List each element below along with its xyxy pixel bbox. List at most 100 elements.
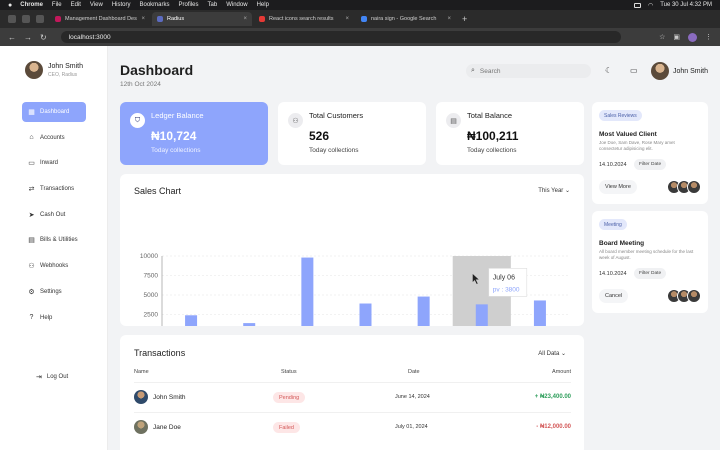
- close-icon[interactable]: ×: [243, 16, 247, 22]
- sidebar-item-bills[interactable]: ▤ Bills & Utilities: [22, 230, 86, 250]
- github-icon[interactable]: [36, 15, 44, 23]
- menu-help[interactable]: Help: [257, 2, 269, 8]
- sidebar-item-settings[interactable]: ⚙ Settings: [22, 282, 86, 302]
- transfer-icon: ⇄: [28, 186, 35, 194]
- sidebar-item-inward[interactable]: ▭ Inward: [22, 153, 86, 173]
- battery-icon[interactable]: [633, 2, 641, 8]
- stat-card-total-customers[interactable]: ⚇ Total Customers 526 Today collections: [278, 102, 426, 165]
- new-tab-icon[interactable]: +: [462, 14, 467, 24]
- event-description: All board member meeting schedule for th…: [599, 249, 694, 260]
- sidebar-nav: ▦ Dashboard ⌂ Accounts ▭ Inward ⇄ Transa…: [22, 102, 86, 333]
- bar: [243, 323, 256, 326]
- header-user-name: John Smith: [673, 67, 709, 75]
- moon-icon[interactable]: ☾: [605, 66, 612, 75]
- sidebar-item-webhooks[interactable]: ⚇ Webhooks: [22, 256, 86, 276]
- os-menu-bar: ● Chrome File Edit View History Bookmark…: [0, 0, 720, 10]
- row-date: July 01, 2024: [395, 424, 428, 430]
- clock[interactable]: Tue 30 Jul 4:32 PM: [660, 2, 712, 8]
- wallet-icon: ▤: [446, 113, 461, 128]
- close-icon[interactable]: ×: [141, 16, 145, 22]
- tab-google-search[interactable]: naira sign - Google Search ×: [356, 12, 456, 26]
- back-icon[interactable]: ←: [8, 33, 16, 42]
- table-row[interactable]: Jane Doe Failed July 01, 2024 - ₦12,000.…: [134, 412, 571, 442]
- gear-icon: ⚙: [28, 288, 35, 296]
- row-name: John Smith: [153, 394, 186, 401]
- close-icon[interactable]: ×: [447, 16, 451, 22]
- tab-radius[interactable]: Radius ×: [152, 12, 252, 26]
- browser-tab-bar: Management Dashboard Des × Radius × Reac…: [0, 10, 720, 28]
- y-tick-label: 5000: [144, 292, 159, 299]
- stat-value: ₦10,724: [151, 129, 197, 143]
- menu-profiles[interactable]: Profiles: [179, 2, 199, 8]
- forward-icon[interactable]: →: [24, 33, 32, 42]
- sidebar-item-accounts[interactable]: ⌂ Accounts: [22, 128, 86, 148]
- menu-view[interactable]: View: [90, 2, 103, 8]
- stat-value: 526: [309, 129, 330, 143]
- stat-card-total-balance[interactable]: ▤ Total Balance ₦100,211 Today collectio…: [436, 102, 584, 165]
- header-user[interactable]: John Smith: [651, 62, 708, 80]
- chevron-down-icon: ⌄: [560, 351, 566, 357]
- column-header-name: Name: [134, 369, 149, 375]
- event-title: Most Valued Client: [599, 131, 657, 138]
- cancel-button[interactable]: Cancel: [599, 289, 629, 303]
- logout-button[interactable]: ⇥ Log Out: [36, 373, 68, 381]
- sidebar-item-transactions[interactable]: ⇄ Transactions: [22, 179, 86, 199]
- sidebar-user[interactable]: John Smith CEO, Radius: [25, 61, 83, 79]
- close-icon[interactable]: ×: [345, 16, 349, 22]
- favicon-icon: [259, 16, 265, 22]
- star-icon[interactable]: ☆: [659, 33, 665, 41]
- table-row[interactable]: John Smith Pending June 14, 2024 + ₦23,4…: [134, 382, 571, 412]
- bills-icon: ▤: [28, 237, 35, 245]
- tab-react-icons[interactable]: React icons search results ×: [254, 12, 354, 26]
- page-title: Dashboard: [120, 62, 194, 78]
- stat-label: Total Balance: [467, 111, 513, 120]
- search-box[interactable]: ⌕: [466, 64, 591, 78]
- sales-chart-card: Sales Chart This Year ⌄ 0250050007500100…: [120, 174, 584, 326]
- message-icon[interactable]: ▭: [630, 66, 638, 75]
- bar: [533, 300, 546, 326]
- menu-app[interactable]: Chrome: [20, 2, 43, 8]
- tab-search-icon[interactable]: [22, 15, 30, 23]
- sidebar-toggle-icon[interactable]: [8, 15, 16, 23]
- filter-date-button[interactable]: Filter Date: [634, 159, 667, 170]
- tab-management-dashboard[interactable]: Management Dashboard Des ×: [50, 12, 150, 26]
- inward-icon: ▭: [28, 160, 35, 168]
- sidebar-item-help[interactable]: ? Help: [22, 308, 86, 328]
- transactions-card: Transactions All Data ⌄ Name Status Date…: [120, 335, 584, 450]
- favicon-icon: [157, 16, 163, 22]
- search-input[interactable]: [479, 67, 580, 75]
- menu-history[interactable]: History: [112, 2, 131, 8]
- y-tick-label: 7500: [144, 273, 159, 280]
- stat-card-ledger-balance[interactable]: ⛉ Ledger Balance ₦10,724 Today collectio…: [120, 102, 268, 165]
- event-description: Joe Doe, Sam Dave, Rose Mary amet consec…: [599, 140, 675, 151]
- wifi-icon[interactable]: ◠: [648, 2, 653, 9]
- apple-icon[interactable]: ●: [8, 2, 12, 9]
- row-amount: - ₦12,000.00: [536, 424, 571, 430]
- menu-tab[interactable]: Tab: [208, 2, 218, 8]
- attendee-avatars: [667, 289, 701, 303]
- address-bar[interactable]: localhost:3000: [60, 31, 621, 43]
- page-date: 12th Oct 2024: [120, 81, 161, 88]
- shield-icon: ⛉: [130, 113, 145, 128]
- all-data-dropdown[interactable]: All Data ⌄: [538, 350, 566, 357]
- app-viewport: John Smith CEO, Radius ▦ Dashboard ⌂ Acc…: [0, 46, 720, 450]
- sidebar-item-cash-out[interactable]: ➤ Cash Out: [22, 205, 86, 225]
- more-icon[interactable]: ⋮: [705, 33, 712, 41]
- bar: [475, 304, 488, 326]
- stat-sub: Today collections: [309, 147, 359, 154]
- reload-icon[interactable]: ↻: [40, 33, 47, 42]
- menu-file[interactable]: File: [52, 2, 62, 8]
- view-more-button[interactable]: View More: [599, 180, 637, 194]
- sidebar-user-name: John Smith: [48, 62, 84, 70]
- stat-label: Total Customers: [309, 111, 364, 120]
- profile-icon[interactable]: [688, 32, 697, 42]
- extensions-icon[interactable]: ▣: [673, 33, 680, 41]
- tooltip-title: July 06: [493, 274, 515, 281]
- menu-bookmarks[interactable]: Bookmarks: [140, 2, 170, 8]
- avatar: [25, 61, 43, 79]
- sales-chart[interactable]: 025005000750010000YesterdayJuly 10July 0…: [120, 174, 584, 326]
- menu-window[interactable]: Window: [226, 2, 247, 8]
- filter-date-button[interactable]: Filter Date: [634, 268, 667, 279]
- sidebar-item-dashboard[interactable]: ▦ Dashboard: [22, 102, 86, 122]
- menu-edit[interactable]: Edit: [71, 2, 81, 8]
